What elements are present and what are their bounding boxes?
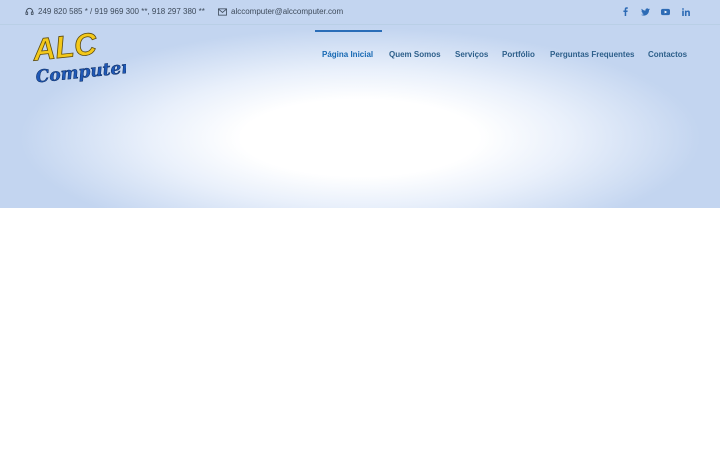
nav-item-perguntas-frequentes[interactable]: Perguntas Frequentes	[550, 50, 634, 59]
hero-banner: 249 820 585 * / 919 969 300 **, 918 297 …	[0, 0, 720, 208]
nav-item-portfolio[interactable]: Portfólio	[502, 50, 535, 59]
nav-item-servicos[interactable]: Serviços	[455, 50, 488, 59]
nav-item-quem-somos[interactable]: Quem Somos	[389, 50, 441, 59]
nav-item-contactos[interactable]: Contactos	[648, 50, 687, 59]
nav-active-indicator	[315, 30, 382, 32]
page-body	[0, 208, 720, 450]
nav-item-pagina-inicial[interactable]: Página Inicial	[322, 50, 373, 59]
main-nav: Página Inicial Quem Somos Serviços Portf…	[0, 0, 720, 90]
